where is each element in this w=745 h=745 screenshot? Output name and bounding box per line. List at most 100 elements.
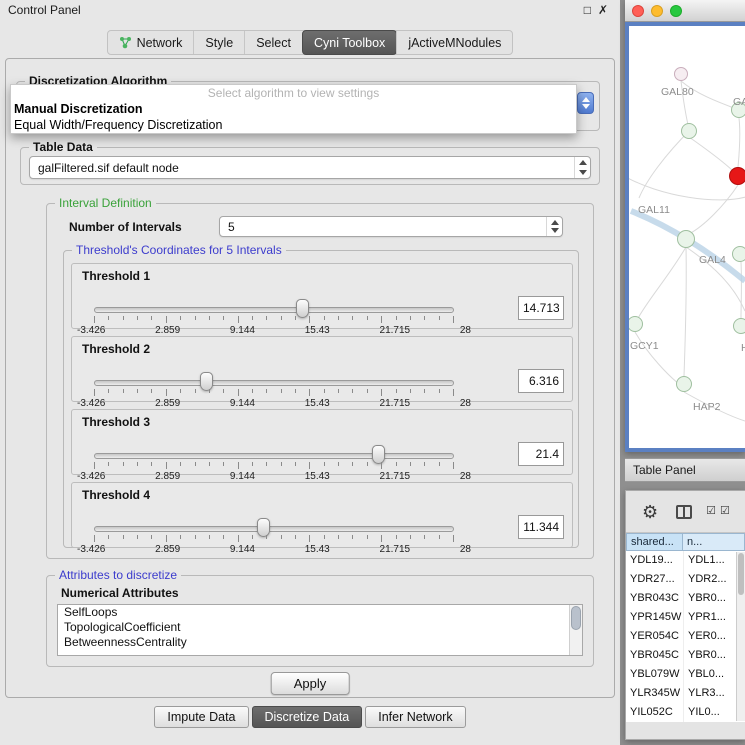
minimize-button[interactable]: [651, 5, 663, 17]
network-window: GAL80GAGAL11GAL4GCY1HHAP2: [625, 0, 745, 452]
table-row[interactable]: YBL079WYBL0...: [626, 665, 745, 684]
tab-infer-network[interactable]: Infer Network: [365, 706, 465, 728]
slider-tick: [151, 389, 152, 393]
number-of-intervals-label: Number of Intervals: [69, 220, 182, 234]
table-row[interactable]: YBR043CYBR0...: [626, 589, 745, 608]
slider-tick: [94, 389, 95, 396]
slider-track[interactable]: [94, 380, 454, 386]
slider-track[interactable]: [94, 526, 454, 532]
checkbox-icon[interactable]: ☑: [720, 506, 730, 517]
table-row[interactable]: YDR27...YDR2...: [626, 570, 745, 589]
list-scrollbar-thumb[interactable]: [571, 606, 581, 630]
threshold-2-label: Threshold 2: [82, 342, 150, 356]
number-of-intervals-combo[interactable]: 5: [219, 216, 563, 237]
threshold-4-value-input[interactable]: [518, 515, 564, 539]
slider-tick: [281, 462, 282, 466]
tab-cyni-toolbox[interactable]: Cyni Toolbox: [302, 30, 397, 55]
columns-icon[interactable]: [676, 505, 692, 519]
table-row[interactable]: YPR145WYPR1...: [626, 608, 745, 627]
table-data-combo[interactable]: galFiltered.sif default node: [29, 156, 591, 179]
tab-impute-data[interactable]: Impute Data: [154, 706, 248, 728]
algorithm-option-manual[interactable]: Manual Discretization: [11, 101, 576, 117]
slider-tick: [410, 316, 411, 320]
tab-network[interactable]: Network: [108, 31, 194, 54]
numerical-attribute-item[interactable]: SelfLoops: [58, 605, 582, 620]
table-panel-window: ⚙ ☑ ☑ shared... n... YDL19...YDL1...YDR2…: [625, 490, 745, 740]
slider-track[interactable]: [94, 307, 454, 313]
slider-tick: [439, 535, 440, 539]
column-header-name[interactable]: n...: [683, 533, 745, 551]
table-row[interactable]: YIL052CYIL0...: [626, 703, 745, 722]
slider-tick: [295, 389, 296, 393]
slider-tick: [195, 316, 196, 320]
control-panel-title: Control Panel: [8, 3, 81, 17]
slider-tick-labels: -3.4262.8599.14415.4321.71528: [77, 471, 471, 482]
close-window-icon[interactable]: ✗: [598, 0, 608, 20]
slider-tick: [252, 535, 253, 539]
column-header-shared-name[interactable]: shared...: [626, 533, 683, 551]
threshold-4-panel: Threshold 4 -3.4262.8599.14415.4321.7152…: [71, 482, 573, 548]
apply-button[interactable]: Apply: [271, 672, 350, 695]
slider-tick: [424, 462, 425, 466]
numerical-attribute-item[interactable]: TopologicalCoefficient: [58, 620, 582, 635]
table-row[interactable]: YBR045CYBR0...: [626, 646, 745, 665]
checkbox-icon[interactable]: ☑: [706, 506, 716, 517]
threshold-3-slider[interactable]: -3.4262.8599.14415.4321.71528: [94, 448, 454, 478]
tab-select[interactable]: Select: [244, 31, 302, 54]
table-row[interactable]: YDL19...YDL1...: [626, 551, 745, 570]
slider-tick: [324, 316, 325, 320]
table-body: YDL19...YDL1...YDR27...YDR2...YBR043CYBR…: [626, 551, 745, 722]
table-data-group: Table Data galFiltered.sif default node: [20, 147, 600, 185]
network-node[interactable]: [681, 123, 697, 139]
float-window-icon[interactable]: □: [584, 0, 591, 20]
slider-track[interactable]: [94, 453, 454, 459]
table-row[interactable]: YLR345WYLR3...: [626, 684, 745, 703]
threshold-1-slider[interactable]: -3.4262.8599.14415.4321.71528: [94, 302, 454, 332]
tab-jactivemnodules[interactable]: jActiveMNodules: [396, 31, 512, 54]
tab-jactivemnodules-label: jActiveMNodules: [408, 36, 501, 50]
list-scrollbar[interactable]: [569, 605, 582, 655]
slider-tick: [439, 462, 440, 466]
slider-tick: [180, 535, 181, 539]
slider-tick: [367, 389, 368, 393]
slider-tick: [108, 316, 109, 320]
network-node[interactable]: [677, 230, 695, 248]
threshold-3-value-input[interactable]: [518, 442, 564, 466]
network-node[interactable]: [627, 316, 643, 332]
gear-icon[interactable]: ⚙: [642, 503, 658, 521]
slider-tick: [180, 316, 181, 320]
threshold-4-slider[interactable]: -3.4262.8599.14415.4321.71528: [94, 521, 454, 551]
threshold-1-value-input[interactable]: [518, 296, 564, 320]
numerical-attributes-list[interactable]: SelfLoopsTopologicalCoefficientBetweenne…: [57, 604, 583, 656]
control-panel-titlebar[interactable]: Control Panel □ ✗: [0, 0, 620, 20]
table-panel-header[interactable]: Table Panel: [625, 458, 745, 482]
table-scrollbar-thumb[interactable]: [738, 553, 744, 595]
algorithm-option-equal-width[interactable]: Equal Width/Frequency Discretization: [11, 117, 576, 133]
slider-tick: [195, 389, 196, 393]
threshold-2-value-input[interactable]: [518, 369, 564, 393]
table-scrollbar[interactable]: [736, 552, 745, 721]
slider-tick: [94, 462, 95, 469]
table-row[interactable]: YER054CYER0...: [626, 627, 745, 646]
network-node[interactable]: [733, 318, 745, 334]
slider-tick: [123, 462, 124, 466]
close-button[interactable]: [632, 5, 644, 17]
slider-tick: [410, 389, 411, 393]
network-node[interactable]: [676, 376, 692, 392]
network-canvas[interactable]: GAL80GAGAL11GAL4GCY1HHAP2: [625, 22, 745, 452]
tab-style[interactable]: Style: [193, 31, 244, 54]
numerical-attribute-item[interactable]: BetweennessCentrality: [58, 635, 582, 650]
network-node[interactable]: [674, 67, 688, 81]
network-window-titlebar[interactable]: [625, 0, 745, 22]
threshold-2-slider[interactable]: -3.4262.8599.14415.4321.71528: [94, 375, 454, 405]
tab-discretize-data[interactable]: Discretize Data: [252, 706, 363, 728]
tab-style-label: Style: [205, 36, 233, 50]
zoom-button[interactable]: [670, 5, 682, 17]
interval-definition-group-title: Interval Definition: [55, 196, 156, 210]
algorithm-combo-arrows-icon[interactable]: [577, 92, 594, 114]
slider-tick: [338, 462, 339, 466]
slider-tick-label: -3.426: [77, 471, 105, 482]
network-node-label: GAL80: [661, 86, 694, 98]
network-node[interactable]: [732, 246, 745, 262]
network-node[interactable]: [729, 167, 745, 185]
